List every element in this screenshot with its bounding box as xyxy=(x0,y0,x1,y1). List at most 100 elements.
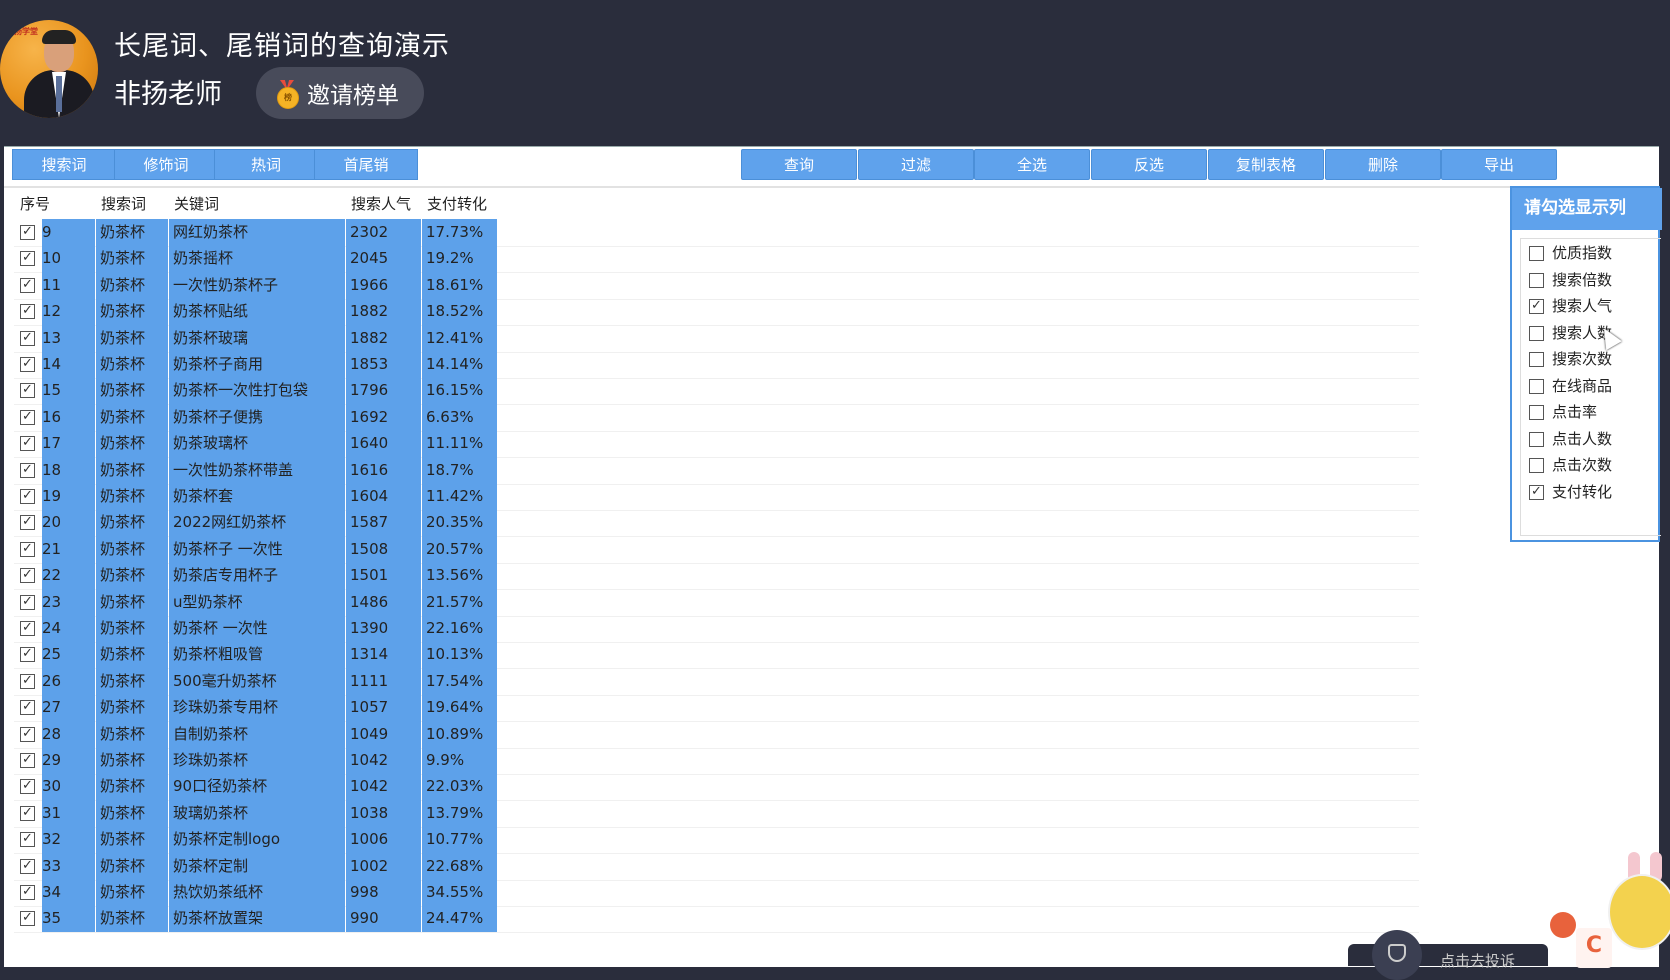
row-checkbox[interactable]: ✓ xyxy=(20,251,35,267)
column-option-checkbox[interactable] xyxy=(1529,458,1544,473)
table-row[interactable]: 16 奶茶杯 奶茶杯子便携 1692 6.63% ✓ xyxy=(14,403,1419,432)
column-option-checkbox[interactable]: ✓ xyxy=(1529,299,1544,314)
column-header-1[interactable]: 搜索词 xyxy=(95,189,168,219)
table-row[interactable]: 10 奶茶杯 奶茶摇杯 2045 19.2% ✓ xyxy=(14,245,1419,274)
table-row[interactable]: 33 奶茶杯 奶茶杯定制 1002 22.68% ✓ xyxy=(14,852,1419,881)
row-checkbox[interactable]: ✓ xyxy=(20,515,35,531)
column-option[interactable]: 点击人数 xyxy=(1529,425,1612,453)
cell-conversion: 21.57% xyxy=(422,588,497,616)
table-row[interactable]: 35 奶茶杯 奶茶杯放置架 990 24.47% ✓ xyxy=(14,905,1419,934)
toolbar-button-5[interactable]: 删除 xyxy=(1325,149,1441,180)
table-row[interactable]: 34 奶茶杯 热饮奶茶纸杯 998 34.55% ✓ xyxy=(14,879,1419,907)
row-checkbox[interactable]: ✓ xyxy=(20,357,35,372)
column-header-0[interactable]: 序号 xyxy=(14,189,95,219)
tab-1[interactable]: 修饰词 xyxy=(114,149,218,180)
column-option[interactable]: ✓ 支付转化 xyxy=(1529,478,1612,506)
row-checkbox[interactable]: ✓ xyxy=(20,594,35,610)
row-checkbox[interactable]: ✓ xyxy=(20,621,35,636)
column-option-checkbox[interactable] xyxy=(1529,431,1544,447)
table-row[interactable]: 20 奶茶杯 2022网红奶茶杯 1587 20.35% ✓ xyxy=(14,509,1419,538)
tab-3[interactable]: 首尾销 xyxy=(314,149,418,180)
row-checkbox[interactable]: ✓ xyxy=(20,304,35,320)
table-row[interactable]: 22 奶茶杯 奶茶店专用杯子 1501 13.56% ✓ xyxy=(14,562,1419,591)
row-checkbox[interactable]: ✓ xyxy=(20,753,35,768)
cell-no: 19 xyxy=(42,483,95,510)
row-checkbox[interactable]: ✓ xyxy=(20,330,35,346)
column-option-checkbox[interactable] xyxy=(1529,325,1544,341)
column-option[interactable]: 搜索次数 xyxy=(1529,345,1612,373)
column-header-3[interactable]: 搜索人气 xyxy=(345,189,421,219)
table-row[interactable]: 27 奶茶杯 珍珠奶茶专用杯 1057 19.64% ✓ xyxy=(14,694,1419,723)
row-checkbox[interactable]: ✓ xyxy=(20,805,35,821)
column-option[interactable]: 搜索倍数 xyxy=(1529,266,1612,294)
row-checkbox[interactable]: ✓ xyxy=(20,489,35,504)
toolbar-button-3[interactable]: 反选 xyxy=(1091,149,1207,180)
teacher-avatar[interactable]: 非扬学堂 xyxy=(0,20,98,118)
cell-no: 29 xyxy=(42,747,95,774)
cell-keyword: 奶茶杯子商用 xyxy=(169,351,345,378)
table-row[interactable]: 13 奶茶杯 奶茶杯玻璃 1882 12.41% ✓ xyxy=(14,324,1419,353)
tab-0[interactable]: 搜索词 xyxy=(12,149,116,180)
table-row[interactable]: 21 奶茶杯 奶茶杯子 一次性 1508 20.57% ✓ xyxy=(14,535,1419,564)
table-row[interactable]: 19 奶茶杯 奶茶杯套 1604 11.42% ✓ xyxy=(14,483,1419,511)
column-option[interactable]: 在线商品 xyxy=(1529,372,1612,400)
toolbar-button-2[interactable]: 全选 xyxy=(974,149,1090,180)
table-row[interactable]: 14 奶茶杯 奶茶杯子商用 1853 14.14% ✓ xyxy=(14,351,1419,379)
column-option[interactable]: 优质指数 xyxy=(1529,239,1612,267)
cell-no: 32 xyxy=(42,826,95,854)
cell-no: 23 xyxy=(42,588,95,616)
table-row[interactable]: 24 奶茶杯 奶茶杯 一次性 1390 22.16% ✓ xyxy=(14,615,1419,643)
row-checkbox[interactable]: ✓ xyxy=(20,225,35,240)
table-row[interactable]: 17 奶茶杯 奶茶玻璃杯 1640 11.11% ✓ xyxy=(14,430,1419,459)
table-row[interactable]: 18 奶茶杯 一次性奶茶杯带盖 1616 18.7% ✓ xyxy=(14,456,1419,485)
column-option-checkbox[interactable] xyxy=(1529,405,1544,420)
column-header-2[interactable]: 关键词 xyxy=(168,189,345,219)
row-checkbox[interactable]: ✓ xyxy=(20,409,35,425)
row-checkbox[interactable]: ✓ xyxy=(20,779,35,795)
table-row[interactable]: 26 奶茶杯 500毫升奶茶杯 1111 17.54% ✓ xyxy=(14,667,1419,696)
mascot-sticker[interactable]: C xyxy=(1550,852,1670,968)
row-checkbox[interactable]: ✓ xyxy=(20,436,35,452)
column-option-checkbox[interactable] xyxy=(1529,378,1544,394)
toolbar-button-1[interactable]: 过滤 xyxy=(858,149,974,180)
table-row[interactable]: 29 奶茶杯 珍珠奶茶杯 1042 9.9% ✓ xyxy=(14,747,1419,775)
row-checkbox[interactable]: ✓ xyxy=(20,647,35,663)
table-row[interactable]: 31 奶茶杯 玻璃奶茶杯 1038 13.79% ✓ xyxy=(14,799,1419,828)
column-option[interactable]: 点击次数 xyxy=(1529,451,1612,479)
row-checkbox[interactable]: ✓ xyxy=(20,462,35,478)
column-option-checkbox[interactable] xyxy=(1529,246,1544,261)
column-header-4[interactable]: 支付转化 xyxy=(421,189,497,219)
table-row[interactable]: 9 奶茶杯 网红奶茶杯 2302 17.73% ✓ xyxy=(14,219,1419,247)
table-row[interactable]: 25 奶茶杯 奶茶杯粗吸管 1314 10.13% ✓ xyxy=(14,641,1419,670)
cell-popularity: 1604 xyxy=(346,483,421,510)
table-row[interactable]: 15 奶茶杯 奶茶杯一次性打包袋 1796 16.15% ✓ xyxy=(14,377,1419,406)
row-checkbox[interactable]: ✓ xyxy=(20,885,35,900)
column-option[interactable]: 点击率 xyxy=(1529,398,1597,426)
row-checkbox[interactable]: ✓ xyxy=(20,832,35,848)
toolbar-button-6[interactable]: 导出 xyxy=(1441,149,1557,180)
table-row[interactable]: 11 奶茶杯 一次性奶茶杯子 1966 18.61% ✓ xyxy=(14,271,1419,300)
row-checkbox[interactable]: ✓ xyxy=(20,541,35,557)
report-button[interactable] xyxy=(1372,930,1422,980)
column-option[interactable]: ✓ 搜索人气 xyxy=(1529,292,1612,320)
table-row[interactable]: 28 奶茶杯 自制奶茶杯 1049 10.89% ✓ xyxy=(14,720,1419,749)
column-option-checkbox[interactable] xyxy=(1529,352,1544,367)
row-checkbox[interactable]: ✓ xyxy=(20,383,35,399)
table-row[interactable]: 12 奶茶杯 奶茶杯贴纸 1882 18.52% ✓ xyxy=(14,298,1419,327)
table-row[interactable]: 32 奶茶杯 奶茶杯定制logo 1006 10.77% ✓ xyxy=(14,826,1419,855)
table-row[interactable]: 23 奶茶杯 u型奶茶杯 1486 21.57% ✓ xyxy=(14,588,1419,617)
column-option-checkbox[interactable] xyxy=(1529,272,1544,288)
row-checkbox[interactable]: ✓ xyxy=(20,726,35,742)
column-option-checkbox[interactable]: ✓ xyxy=(1529,484,1544,500)
row-checkbox[interactable]: ✓ xyxy=(20,673,35,689)
table-row[interactable]: 30 奶茶杯 90口径奶茶杯 1042 22.03% ✓ xyxy=(14,773,1419,802)
invite-ranking-button[interactable]: 榜 邀请榜单 xyxy=(256,67,424,119)
row-checkbox[interactable]: ✓ xyxy=(20,277,35,293)
row-checkbox[interactable]: ✓ xyxy=(20,568,35,584)
row-checkbox[interactable]: ✓ xyxy=(20,911,35,927)
row-checkbox[interactable]: ✓ xyxy=(20,858,35,874)
row-checkbox[interactable]: ✓ xyxy=(20,700,35,716)
toolbar-button-0[interactable]: 查询 xyxy=(741,149,857,180)
toolbar-button-4[interactable]: 复制表格 xyxy=(1208,149,1324,180)
tab-2[interactable]: 热词 xyxy=(214,149,318,180)
